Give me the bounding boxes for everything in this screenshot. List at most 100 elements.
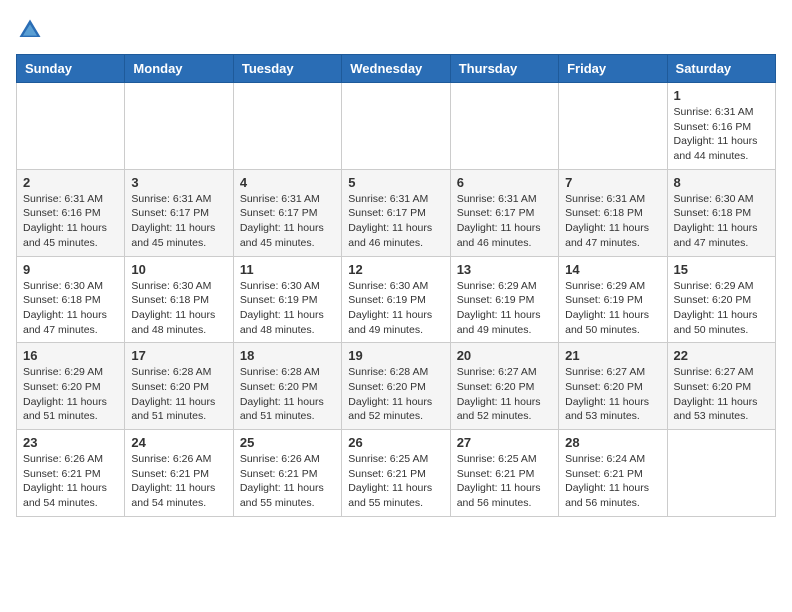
day-number: 17 — [131, 348, 226, 363]
calendar-cell — [342, 83, 450, 170]
day-info: Sunrise: 6:31 AM Sunset: 6:16 PM Dayligh… — [674, 105, 769, 164]
day-info: Sunrise: 6:29 AM Sunset: 6:20 PM Dayligh… — [23, 365, 118, 424]
day-info: Sunrise: 6:27 AM Sunset: 6:20 PM Dayligh… — [674, 365, 769, 424]
day-number: 10 — [131, 262, 226, 277]
calendar-cell — [559, 83, 667, 170]
calendar-cell: 27 Sunrise: 6:25 AM Sunset: 6:21 PM Dayli… — [450, 430, 558, 517]
day-info: Sunrise: 6:26 AM Sunset: 6:21 PM Dayligh… — [131, 452, 226, 511]
calendar-cell: 22 Sunrise: 6:27 AM Sunset: 6:20 PM Dayli… — [667, 343, 775, 430]
day-info: Sunrise: 6:30 AM Sunset: 6:18 PM Dayligh… — [23, 279, 118, 338]
day-number: 16 — [23, 348, 118, 363]
day-info: Sunrise: 6:26 AM Sunset: 6:21 PM Dayligh… — [23, 452, 118, 511]
day-number: 3 — [131, 175, 226, 190]
day-info: Sunrise: 6:31 AM Sunset: 6:17 PM Dayligh… — [240, 192, 335, 251]
calendar-cell: 3 Sunrise: 6:31 AM Sunset: 6:17 PM Daylig… — [125, 169, 233, 256]
day-number: 2 — [23, 175, 118, 190]
calendar-cell — [125, 83, 233, 170]
calendar-cell — [17, 83, 125, 170]
calendar-body: 1 Sunrise: 6:31 AM Sunset: 6:16 PM Daylig… — [17, 83, 776, 517]
day-number: 24 — [131, 435, 226, 450]
day-number: 25 — [240, 435, 335, 450]
day-number: 23 — [23, 435, 118, 450]
day-number: 1 — [674, 88, 769, 103]
day-info: Sunrise: 6:30 AM Sunset: 6:19 PM Dayligh… — [240, 279, 335, 338]
calendar-cell: 2 Sunrise: 6:31 AM Sunset: 6:16 PM Daylig… — [17, 169, 125, 256]
calendar-header-monday: Monday — [125, 55, 233, 83]
calendar-cell — [667, 430, 775, 517]
calendar-cell: 12 Sunrise: 6:30 AM Sunset: 6:19 PM Dayli… — [342, 256, 450, 343]
logo — [16, 16, 48, 44]
day-info: Sunrise: 6:28 AM Sunset: 6:20 PM Dayligh… — [240, 365, 335, 424]
calendar-cell: 26 Sunrise: 6:25 AM Sunset: 6:21 PM Dayli… — [342, 430, 450, 517]
calendar-header-tuesday: Tuesday — [233, 55, 341, 83]
day-info: Sunrise: 6:25 AM Sunset: 6:21 PM Dayligh… — [348, 452, 443, 511]
day-number: 13 — [457, 262, 552, 277]
calendar-cell: 18 Sunrise: 6:28 AM Sunset: 6:20 PM Dayli… — [233, 343, 341, 430]
day-info: Sunrise: 6:27 AM Sunset: 6:20 PM Dayligh… — [565, 365, 660, 424]
calendar-cell — [233, 83, 341, 170]
day-info: Sunrise: 6:27 AM Sunset: 6:20 PM Dayligh… — [457, 365, 552, 424]
calendar-week-1: 1 Sunrise: 6:31 AM Sunset: 6:16 PM Daylig… — [17, 83, 776, 170]
calendar-cell: 16 Sunrise: 6:29 AM Sunset: 6:20 PM Dayli… — [17, 343, 125, 430]
calendar-cell: 6 Sunrise: 6:31 AM Sunset: 6:17 PM Daylig… — [450, 169, 558, 256]
day-number: 5 — [348, 175, 443, 190]
day-info: Sunrise: 6:31 AM Sunset: 6:16 PM Dayligh… — [23, 192, 118, 251]
calendar-cell: 9 Sunrise: 6:30 AM Sunset: 6:18 PM Daylig… — [17, 256, 125, 343]
calendar-header-wednesday: Wednesday — [342, 55, 450, 83]
calendar-cell: 1 Sunrise: 6:31 AM Sunset: 6:16 PM Daylig… — [667, 83, 775, 170]
calendar-week-5: 23 Sunrise: 6:26 AM Sunset: 6:21 PM Dayli… — [17, 430, 776, 517]
day-number: 19 — [348, 348, 443, 363]
day-info: Sunrise: 6:28 AM Sunset: 6:20 PM Dayligh… — [348, 365, 443, 424]
calendar-cell: 19 Sunrise: 6:28 AM Sunset: 6:20 PM Dayli… — [342, 343, 450, 430]
day-number: 28 — [565, 435, 660, 450]
day-number: 8 — [674, 175, 769, 190]
day-info: Sunrise: 6:31 AM Sunset: 6:17 PM Dayligh… — [348, 192, 443, 251]
day-info: Sunrise: 6:31 AM Sunset: 6:17 PM Dayligh… — [131, 192, 226, 251]
day-number: 18 — [240, 348, 335, 363]
calendar-header-row: SundayMondayTuesdayWednesdayThursdayFrid… — [17, 55, 776, 83]
day-info: Sunrise: 6:25 AM Sunset: 6:21 PM Dayligh… — [457, 452, 552, 511]
calendar-cell — [450, 83, 558, 170]
calendar-header-saturday: Saturday — [667, 55, 775, 83]
day-number: 6 — [457, 175, 552, 190]
day-info: Sunrise: 6:28 AM Sunset: 6:20 PM Dayligh… — [131, 365, 226, 424]
day-info: Sunrise: 6:26 AM Sunset: 6:21 PM Dayligh… — [240, 452, 335, 511]
day-number: 12 — [348, 262, 443, 277]
calendar-header-thursday: Thursday — [450, 55, 558, 83]
day-number: 11 — [240, 262, 335, 277]
day-info: Sunrise: 6:29 AM Sunset: 6:19 PM Dayligh… — [565, 279, 660, 338]
day-number: 21 — [565, 348, 660, 363]
day-info: Sunrise: 6:29 AM Sunset: 6:20 PM Dayligh… — [674, 279, 769, 338]
calendar-cell: 4 Sunrise: 6:31 AM Sunset: 6:17 PM Daylig… — [233, 169, 341, 256]
day-number: 7 — [565, 175, 660, 190]
day-number: 15 — [674, 262, 769, 277]
calendar-cell: 23 Sunrise: 6:26 AM Sunset: 6:21 PM Dayli… — [17, 430, 125, 517]
day-info: Sunrise: 6:24 AM Sunset: 6:21 PM Dayligh… — [565, 452, 660, 511]
calendar-cell: 25 Sunrise: 6:26 AM Sunset: 6:21 PM Dayli… — [233, 430, 341, 517]
calendar-cell: 7 Sunrise: 6:31 AM Sunset: 6:18 PM Daylig… — [559, 169, 667, 256]
calendar-cell: 17 Sunrise: 6:28 AM Sunset: 6:20 PM Dayli… — [125, 343, 233, 430]
page-header — [16, 16, 776, 44]
day-number: 20 — [457, 348, 552, 363]
calendar-cell: 14Sunrise: 6:29 AM Sunset: 6:19 PM Dayli… — [559, 256, 667, 343]
day-number: 9 — [23, 262, 118, 277]
calendar-week-4: 16 Sunrise: 6:29 AM Sunset: 6:20 PM Dayli… — [17, 343, 776, 430]
calendar-table: SundayMondayTuesdayWednesdayThursdayFrid… — [16, 54, 776, 517]
calendar-cell: 8 Sunrise: 6:30 AM Sunset: 6:18 PM Daylig… — [667, 169, 775, 256]
calendar-cell: 5 Sunrise: 6:31 AM Sunset: 6:17 PM Daylig… — [342, 169, 450, 256]
day-info: Sunrise: 6:30 AM Sunset: 6:19 PM Dayligh… — [348, 279, 443, 338]
calendar-cell: 15 Sunrise: 6:29 AM Sunset: 6:20 PM Dayli… — [667, 256, 775, 343]
day-number: 27 — [457, 435, 552, 450]
logo-icon — [16, 16, 44, 44]
day-info: Sunrise: 6:31 AM Sunset: 6:18 PM Dayligh… — [565, 192, 660, 251]
day-info: Sunrise: 6:30 AM Sunset: 6:18 PM Dayligh… — [131, 279, 226, 338]
day-number: 22 — [674, 348, 769, 363]
calendar-week-3: 9 Sunrise: 6:30 AM Sunset: 6:18 PM Daylig… — [17, 256, 776, 343]
day-number: 26 — [348, 435, 443, 450]
day-info: Sunrise: 6:31 AM Sunset: 6:17 PM Dayligh… — [457, 192, 552, 251]
day-info: Sunrise: 6:30 AM Sunset: 6:18 PM Dayligh… — [674, 192, 769, 251]
calendar-cell: 10 Sunrise: 6:30 AM Sunset: 6:18 PM Dayli… — [125, 256, 233, 343]
calendar-week-2: 2 Sunrise: 6:31 AM Sunset: 6:16 PM Daylig… — [17, 169, 776, 256]
day-number: 4 — [240, 175, 335, 190]
calendar-cell: 13Sunrise: 6:29 AM Sunset: 6:19 PM Dayli… — [450, 256, 558, 343]
